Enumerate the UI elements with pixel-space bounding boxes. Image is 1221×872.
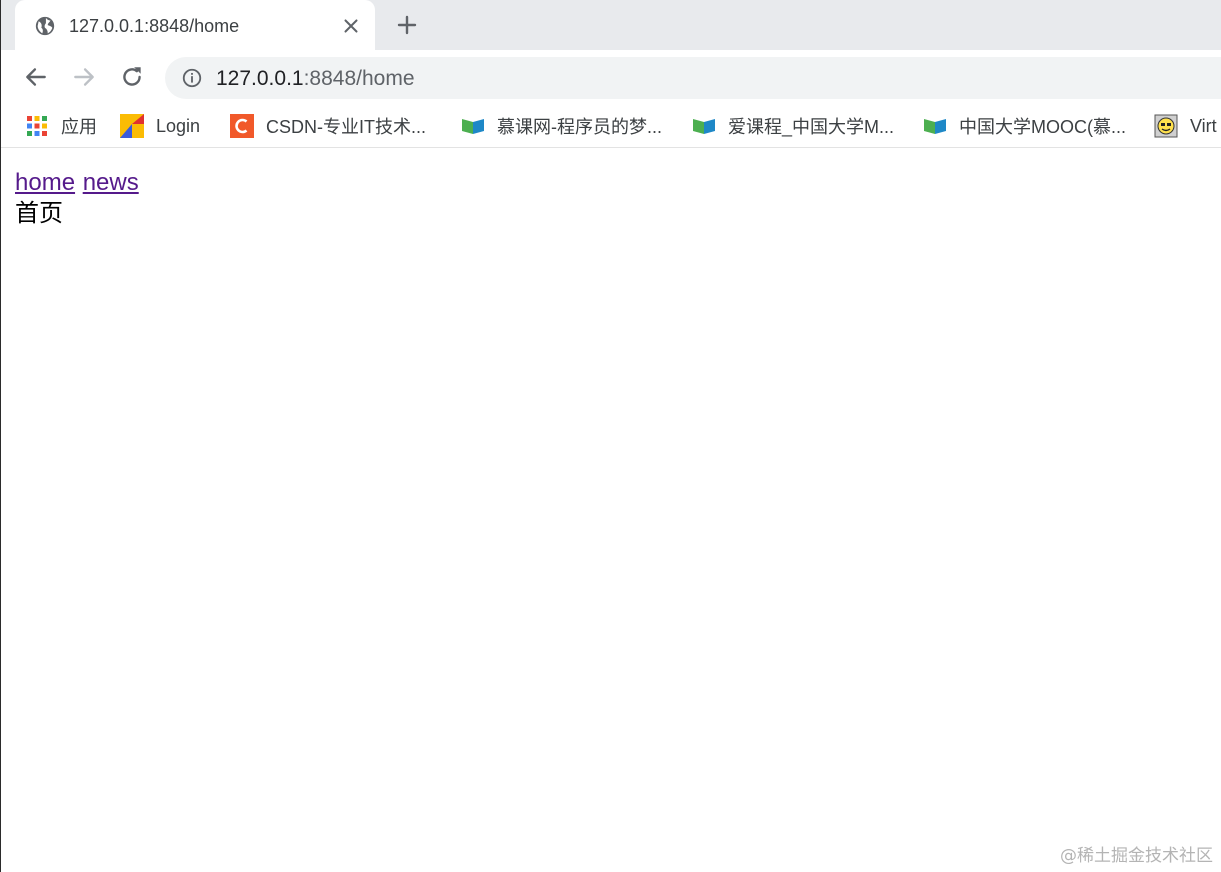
bookmarks-bar: 应用 Login CSDN-专业IT技术... 慕课网-程序员的梦... 爱课程… bbox=[1, 106, 1221, 148]
bookmark-label: Login bbox=[156, 115, 201, 136]
bookmark-mooc[interactable]: 中国大学MOOC(慕... bbox=[923, 106, 1126, 146]
tab-title: 127.0.0.1:8848/home bbox=[69, 16, 240, 36]
bookmark-label: 爱课程_中国大学M... bbox=[728, 117, 895, 137]
bookmark-label: 慕课网-程序员的梦... bbox=[497, 117, 662, 137]
browser-window: 127.0.0.1:8848/home 127.0.0.1:8848/home … bbox=[0, 0, 1221, 872]
bookmark-virt[interactable]: Virt bbox=[1154, 106, 1217, 146]
login-logo-icon bbox=[120, 114, 144, 138]
watermark: @稀土掘金技术社区 bbox=[1060, 846, 1213, 866]
bookmark-label: 中国大学MOOC(慕... bbox=[959, 117, 1126, 137]
url-path: :8848/home bbox=[303, 67, 415, 90]
bookmark-apps[interactable]: 应用 bbox=[25, 106, 97, 146]
forward-arrow-icon[interactable] bbox=[71, 64, 97, 90]
home-link[interactable]: home bbox=[15, 169, 75, 196]
new-tab-plus-icon[interactable] bbox=[395, 13, 419, 37]
page-content: home news 首页 bbox=[15, 167, 139, 228]
bookmark-label: Virt bbox=[1190, 115, 1217, 136]
back-arrow-icon[interactable] bbox=[23, 64, 49, 90]
url-text[interactable]: 127.0.0.1:8848/home bbox=[216, 67, 415, 91]
bookmark-csdn[interactable]: CSDN-专业IT技术... bbox=[230, 106, 426, 146]
smiley-icon bbox=[1154, 114, 1178, 138]
bookmark-label: 应用 bbox=[61, 117, 97, 137]
address-bar[interactable]: 127.0.0.1:8848/home bbox=[165, 57, 1221, 99]
mooc-logo-icon bbox=[924, 119, 946, 134]
bookmark-label: CSDN-专业IT技术... bbox=[266, 117, 426, 137]
tab-home[interactable]: 127.0.0.1:8848/home bbox=[15, 0, 375, 52]
close-icon[interactable] bbox=[340, 15, 362, 37]
globe-icon bbox=[35, 16, 55, 36]
apps-grid-icon bbox=[27, 116, 47, 136]
icourse-logo-icon bbox=[693, 119, 715, 134]
bookmark-imooc[interactable]: 慕课网-程序员的梦... bbox=[461, 106, 662, 146]
browser-toolbar: 127.0.0.1:8848/home bbox=[1, 50, 1221, 106]
page-heading: 首页 bbox=[15, 199, 63, 227]
csdn-logo-icon bbox=[230, 114, 254, 138]
reload-icon[interactable] bbox=[119, 64, 145, 90]
tab-strip: 127.0.0.1:8848/home bbox=[1, 0, 1221, 52]
nav-links: home news bbox=[15, 167, 139, 198]
bookmark-icourse[interactable]: 爱课程_中国大学M... bbox=[692, 106, 894, 146]
url-host: 127.0.0.1 bbox=[216, 67, 304, 90]
info-icon[interactable] bbox=[181, 67, 203, 89]
imooc-logo-icon bbox=[462, 119, 484, 134]
news-link[interactable]: news bbox=[83, 169, 139, 196]
bookmark-login[interactable]: Login bbox=[120, 106, 200, 146]
